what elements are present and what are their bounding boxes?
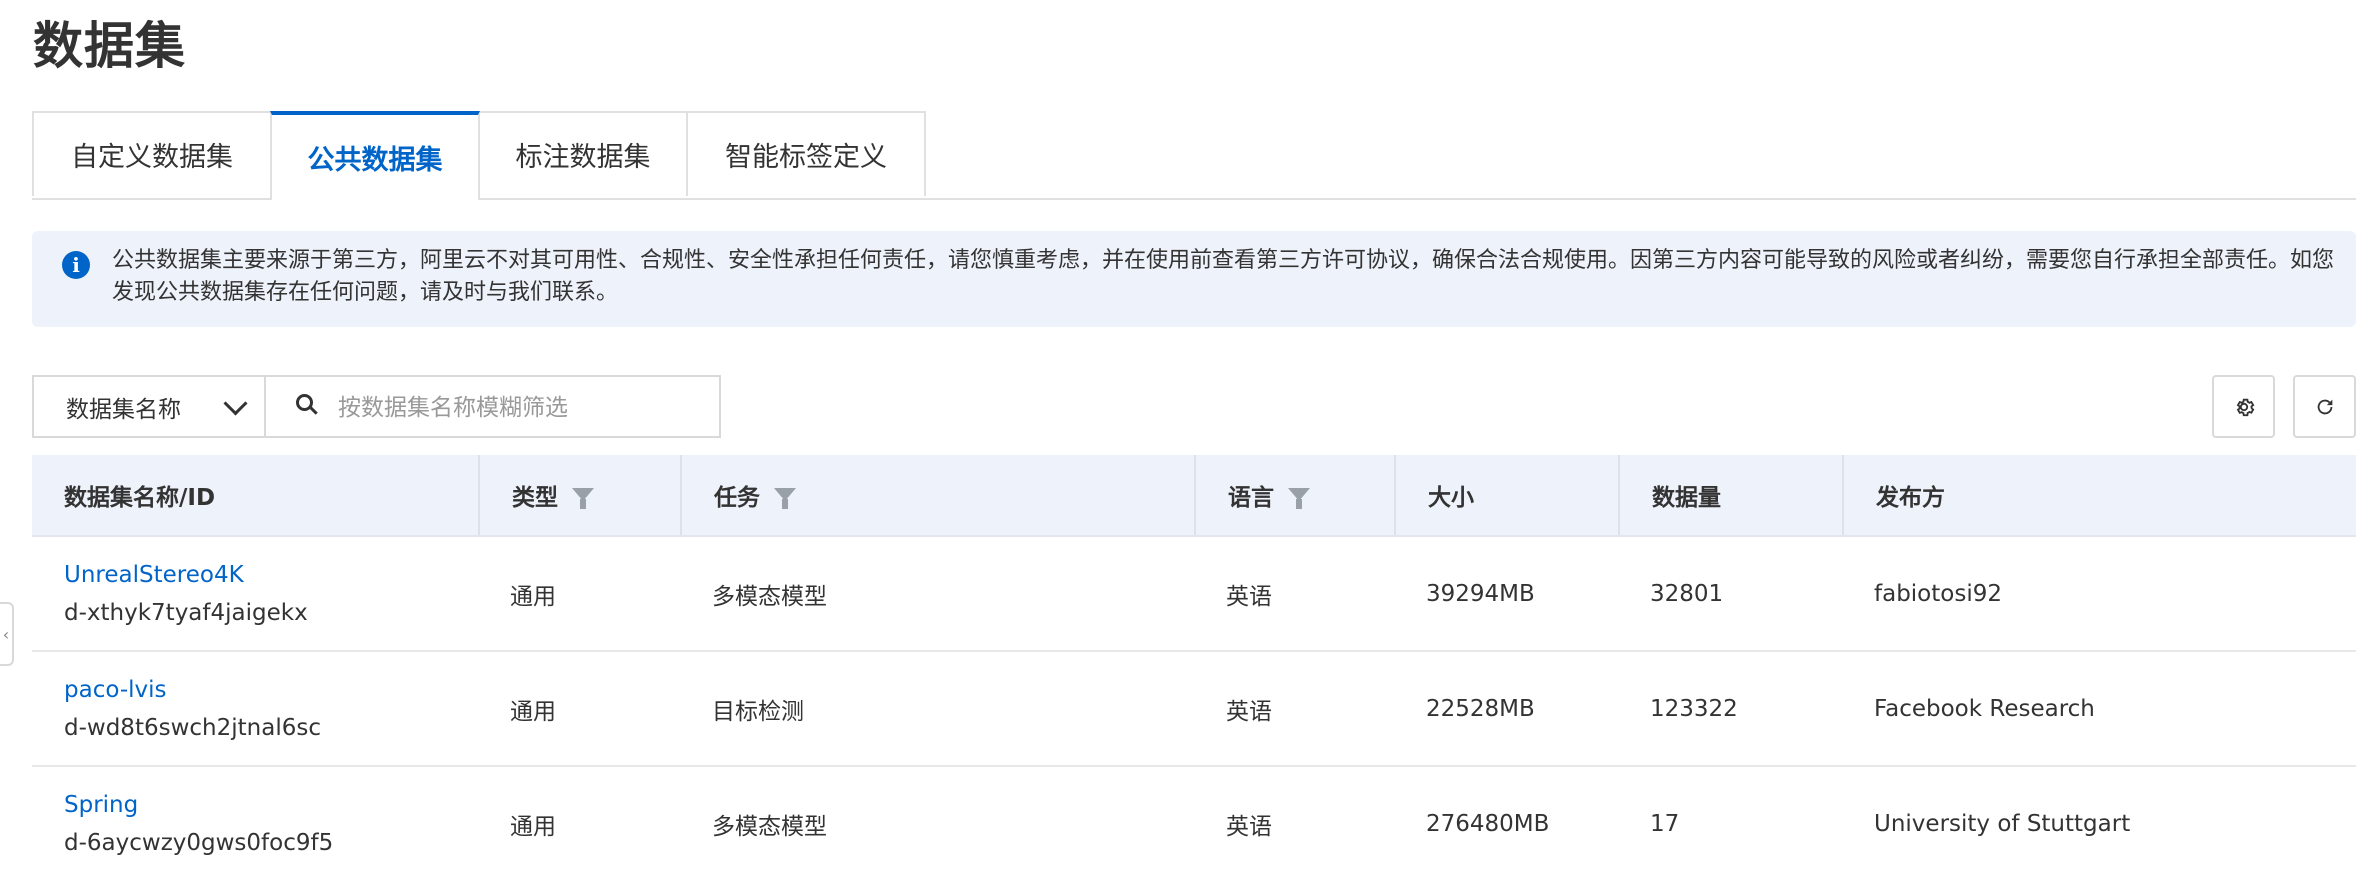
sidebar-collapse-handle[interactable]: ‹ bbox=[0, 602, 14, 666]
page-title: 数据集 bbox=[33, 17, 186, 75]
table-row: paco-lvis d-wd8t6swch2jtnal6sc 通用 目标检测 英… bbox=[32, 652, 2356, 767]
dataset-name-cell: Spring d-6aycwzy0gws0foc9f5 bbox=[32, 767, 478, 874]
dataset-language: 英语 bbox=[1226, 698, 1272, 725]
dataset-size: 276480MB bbox=[1426, 810, 1550, 837]
tab-bar: 自定义数据集 公共数据集 标注数据集 智能标签定义 bbox=[32, 111, 2356, 200]
dataset-count: 17 bbox=[1650, 810, 1680, 837]
search-input[interactable] bbox=[336, 385, 710, 431]
dataset-publisher: fabiotosi92 bbox=[1874, 580, 2002, 607]
filter-icon[interactable] bbox=[1288, 487, 1310, 509]
search-box bbox=[266, 377, 719, 436]
column-header-label: 类型 bbox=[512, 485, 558, 511]
column-header-label: 任务 bbox=[714, 485, 760, 511]
datasets-table: 数据集名称/ID 类型 任务 语言 大小 数据量 发布方 UnrealStere… bbox=[32, 455, 2356, 874]
dataset-name-cell: UnrealStereo4K d-xthyk7tyaf4jaigekx bbox=[32, 537, 478, 650]
page: 数据集 自定义数据集 公共数据集 标注数据集 智能标签定义 i 公共数据集主要来… bbox=[0, 0, 2376, 874]
column-header-publisher: 发布方 bbox=[1842, 455, 2356, 535]
info-icon: i bbox=[62, 251, 90, 279]
chevron-left-icon: ‹ bbox=[2, 624, 10, 644]
dataset-count: 32801 bbox=[1650, 580, 1724, 607]
gear-icon bbox=[2236, 398, 2254, 416]
column-header-name: 数据集名称/ID bbox=[32, 455, 478, 535]
column-header-count: 数据量 bbox=[1618, 455, 1842, 535]
search-icon bbox=[296, 394, 313, 411]
column-header-label: 数据集名称/ID bbox=[64, 485, 216, 511]
dataset-task: 多模态模型 bbox=[712, 583, 827, 610]
column-header-type: 类型 bbox=[478, 455, 680, 535]
dataset-id: d-6aycwzy0gws0foc9f5 bbox=[64, 829, 334, 856]
dataset-publisher: Facebook Research bbox=[1874, 695, 2095, 722]
table-row: UnrealStereo4K d-xthyk7tyaf4jaigekx 通用 多… bbox=[32, 537, 2356, 652]
dataset-type: 通用 bbox=[510, 583, 556, 610]
dataset-language: 英语 bbox=[1226, 813, 1272, 840]
settings-button[interactable] bbox=[2212, 375, 2275, 438]
dataset-name-link[interactable]: UnrealStereo4K bbox=[64, 556, 244, 594]
dataset-id: d-wd8t6swch2jtnal6sc bbox=[64, 714, 321, 741]
filter-field-label: 数据集名称 bbox=[66, 396, 181, 423]
filter-field-select[interactable]: 数据集名称 bbox=[34, 377, 266, 436]
notice-text: 公共数据集主要来源于第三方，阿里云不对其可用性、合规性、安全性承担任何责任，请您… bbox=[112, 248, 2335, 305]
filter-icon[interactable] bbox=[774, 487, 796, 509]
dataset-type: 通用 bbox=[510, 698, 556, 725]
dataset-size: 39294MB bbox=[1426, 580, 1535, 607]
column-header-label: 数据量 bbox=[1652, 485, 1721, 511]
filter-icon[interactable] bbox=[572, 487, 594, 509]
chevron-down-icon bbox=[223, 391, 248, 416]
column-header-label: 发布方 bbox=[1876, 485, 1945, 511]
column-header-label: 大小 bbox=[1428, 485, 1474, 511]
dataset-publisher: University of Stuttgart bbox=[1874, 810, 2131, 837]
dataset-size: 22528MB bbox=[1426, 695, 1535, 722]
column-header-task: 任务 bbox=[680, 455, 1194, 535]
column-header-size: 大小 bbox=[1394, 455, 1618, 535]
column-header-label: 语言 bbox=[1228, 485, 1274, 511]
filter-bar: 数据集名称 bbox=[32, 375, 721, 438]
dataset-id: d-xthyk7tyaf4jaigekx bbox=[64, 599, 308, 626]
refresh-icon bbox=[2317, 399, 2332, 414]
tab-smart-tag-definition[interactable]: 智能标签定义 bbox=[686, 111, 926, 196]
tab-custom-datasets[interactable]: 自定义数据集 bbox=[32, 111, 272, 196]
dataset-task: 目标检测 bbox=[712, 698, 804, 725]
dataset-type: 通用 bbox=[510, 813, 556, 840]
column-header-language: 语言 bbox=[1194, 455, 1394, 535]
tab-labeled-datasets[interactable]: 标注数据集 bbox=[478, 111, 688, 196]
notice-banner: i 公共数据集主要来源于第三方，阿里云不对其可用性、合规性、安全性承担任何责任，… bbox=[32, 231, 2356, 327]
dataset-name-link[interactable]: Spring bbox=[64, 786, 138, 824]
table-header: 数据集名称/ID 类型 任务 语言 大小 数据量 发布方 bbox=[32, 455, 2356, 537]
refresh-button[interactable] bbox=[2293, 375, 2356, 438]
table-row: Spring d-6aycwzy0gws0foc9f5 通用 多模态模型 英语 … bbox=[32, 767, 2356, 874]
dataset-name-cell: paco-lvis d-wd8t6swch2jtnal6sc bbox=[32, 652, 478, 765]
dataset-count: 123322 bbox=[1650, 695, 1738, 722]
dataset-name-link[interactable]: paco-lvis bbox=[64, 671, 167, 709]
dataset-task: 多模态模型 bbox=[712, 813, 827, 840]
dataset-language: 英语 bbox=[1226, 583, 1272, 610]
tab-public-datasets[interactable]: 公共数据集 bbox=[270, 111, 480, 200]
